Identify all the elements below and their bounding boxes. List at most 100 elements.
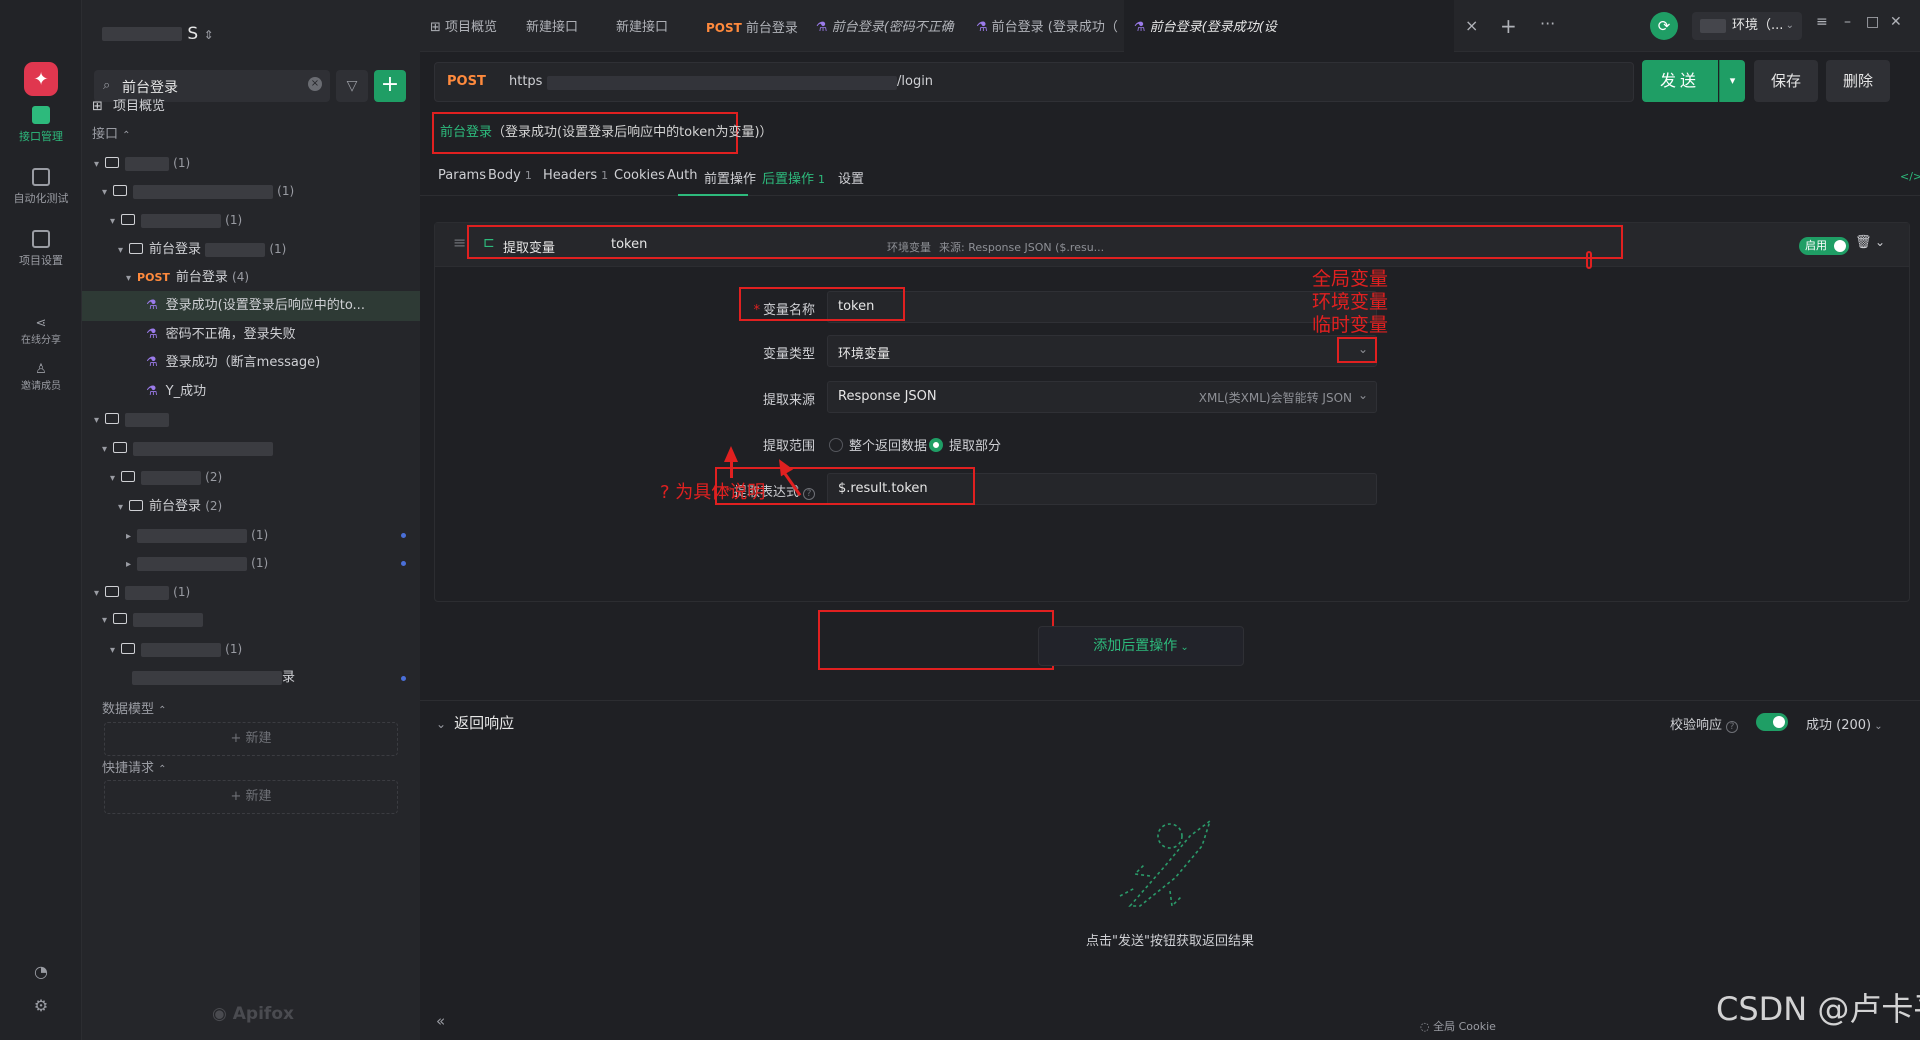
minimize-icon[interactable]: –	[1844, 14, 1851, 30]
test-case-icon: ⚗	[146, 355, 158, 370]
response-header[interactable]: ⌄ 返回响应	[436, 712, 514, 733]
drag-handle-icon[interactable]: ≡	[453, 233, 466, 252]
annotation-highlight	[739, 287, 905, 321]
menu-icon[interactable]: ≡	[1816, 14, 1828, 30]
main-panel: ⊞ 项目概览 新建接口 新建接口 POST 前台登录 ⚗ 前台登录(密码不正确 ⚗ 前…	[420, 0, 1920, 1040]
rail-item-invite[interactable]: ♙ 邀请成员	[0, 362, 82, 392]
tree-case-item[interactable]: ⚗ 登录成功（断言message)	[82, 348, 420, 378]
tree-item-overview[interactable]: ⊞ 项目概览	[82, 92, 420, 122]
project-switcher[interactable]: S ⇕	[102, 24, 214, 44]
range-whole-radio[interactable]: 整个返回数据	[829, 435, 927, 454]
tree-folder[interactable]: ▾ (1)	[82, 634, 420, 664]
invite-user-icon: ♙	[35, 362, 47, 377]
tree-folder[interactable]: ▾ (1)	[82, 577, 420, 607]
tree-api-item[interactable]: ▾ POST 前台登录 (4)	[82, 262, 420, 292]
trash-icon[interactable]: 🗑	[1855, 235, 1872, 250]
rail-item-share[interactable]: ⋖ 在线分享	[0, 316, 82, 346]
folder-icon	[121, 643, 136, 654]
range-partial-radio[interactable]: 提取部分	[929, 435, 1001, 454]
code-icon[interactable]: </>	[1900, 170, 1920, 183]
close-tab-icon[interactable]: ×	[1465, 16, 1478, 35]
bell-icon[interactable]: ◔	[0, 962, 82, 981]
url-bar[interactable]: POST https /login	[434, 62, 1634, 102]
tab-case-wrong-password[interactable]: ⚗ 前台登录(密码不正确	[806, 0, 966, 52]
tree-folder[interactable]: ▾ (1)	[82, 176, 420, 206]
settings-gear-icon[interactable]: ⚙	[0, 996, 82, 1015]
annotation-arrow	[730, 460, 733, 478]
tab-auth[interactable]: Auth	[667, 168, 697, 183]
tree-api-item[interactable]: ▸ (1)	[82, 548, 420, 578]
data-model-header[interactable]: 数据模型 ⌃	[102, 698, 167, 717]
more-tabs-icon[interactable]: ···	[1540, 14, 1555, 33]
rocket-illustration-icon	[1119, 818, 1212, 908]
chevron-down-icon[interactable]: ⌄	[1875, 235, 1885, 249]
var-type-select[interactable]: 环境变量 ⌄	[827, 335, 1377, 367]
divider	[420, 700, 1920, 701]
tree-api-item[interactable]: ▸ (1)	[82, 520, 420, 550]
rail-item-project-settings[interactable]: 项目设置	[0, 230, 82, 268]
api-section-header[interactable]: 接口 ⌃	[82, 120, 420, 150]
tab-api-login[interactable]: POST 前台登录	[696, 0, 806, 52]
tab-settings[interactable]: 设置	[838, 168, 864, 187]
rail-item-automation[interactable]: 自动化测试	[0, 168, 82, 206]
delete-button[interactable]: 删除	[1826, 60, 1890, 102]
tab-new-api[interactable]: 新建接口	[606, 0, 696, 52]
tree-folder[interactable]: ▾	[82, 605, 420, 635]
send-options-button[interactable]: ▾	[1719, 60, 1745, 102]
redacted-text	[141, 642, 222, 657]
verify-response-toggle[interactable]	[1756, 713, 1788, 731]
tree-folder[interactable]: ▾	[82, 434, 420, 464]
tab-pre-operations[interactable]: 前置操作	[704, 168, 756, 187]
sync-icon[interactable]: ⟳	[1650, 12, 1678, 40]
breadcrumb-api-link[interactable]: 前台登录	[440, 125, 492, 140]
tree-case-item[interactable]: ⚗ Y_成功	[82, 377, 420, 407]
new-tab-icon[interactable]: +	[1500, 14, 1517, 38]
cookie-link[interactable]: ◌ 全局 Cookie	[1420, 1018, 1496, 1034]
new-data-model-button[interactable]: + 新建	[104, 722, 398, 756]
clear-search-icon[interactable]: ×	[308, 77, 322, 91]
rail-item-api-management[interactable]: 接口管理	[0, 106, 82, 144]
tree-case-item[interactable]: ⚗ 密码不正确，登录失败	[82, 320, 420, 350]
tree-folder[interactable]: ▾ 前台登录 (2)	[82, 491, 420, 521]
tree-api-item[interactable]: 录	[82, 663, 420, 693]
maximize-icon[interactable]: □	[1866, 14, 1879, 30]
redacted-text	[141, 470, 202, 485]
tab-new-api[interactable]: 新建接口	[516, 0, 606, 52]
tree-folder[interactable]: ▾ (2)	[82, 462, 420, 492]
save-button[interactable]: 保存	[1754, 60, 1818, 102]
apifox-logo-icon[interactable]: ✦	[24, 62, 58, 96]
tab-cookies[interactable]: Cookies	[614, 168, 665, 183]
tree-folder[interactable]: ▾ (1)	[82, 148, 420, 178]
collapse-sidebar-icon[interactable]: «	[436, 1012, 445, 1030]
tab-overview[interactable]: ⊞ 项目概览	[420, 0, 516, 52]
project-settings-icon	[32, 230, 50, 248]
close-window-icon[interactable]: ✕	[1890, 14, 1902, 30]
chevron-down-icon: ⌄	[436, 717, 447, 731]
status-dot-icon	[401, 676, 406, 681]
test-case-icon: ⚗	[146, 298, 158, 313]
tab-body[interactable]: Body 1	[488, 168, 532, 183]
new-quick-request-button[interactable]: + 新建	[104, 780, 398, 814]
response-status-select[interactable]: 成功 (200) ⌄	[1806, 714, 1883, 733]
quick-request-header[interactable]: 快捷请求 ⌃	[102, 757, 167, 776]
redacted-text	[102, 27, 182, 41]
tree-folder[interactable]: ▾ (1)	[82, 205, 420, 235]
chevron-down-icon: ⌄	[1785, 20, 1794, 31]
tab-post-operations[interactable]: 后置操作 1	[762, 168, 825, 187]
tree-folder[interactable]: ▾	[82, 405, 420, 435]
add-post-operation-button[interactable]: 添加后置操作 ⌄	[1038, 626, 1244, 666]
tree-case-item[interactable]: ⚗ 登录成功(设置登录后响应中的to...	[82, 291, 420, 321]
verify-response-label: 校验响应?	[1670, 714, 1739, 733]
folder-icon	[129, 500, 144, 511]
var-name-input[interactable]: token	[827, 291, 1377, 323]
tab-params[interactable]: Params	[438, 168, 486, 183]
tab-headers[interactable]: Headers 1	[543, 168, 608, 183]
help-question-icon[interactable]: ?	[1726, 721, 1739, 733]
tab-case-login-success[interactable]: ⚗ 前台登录 (登录成功（	[966, 0, 1124, 52]
source-select[interactable]: Response JSON XML(类XML)会智能转 JSON ⌄	[827, 381, 1377, 413]
environment-select[interactable]: 环境（... ⌄	[1692, 12, 1802, 40]
tab-case-login-token[interactable]: ⚗ 前台登录(登录成功(设	[1124, 0, 1454, 52]
enable-toggle[interactable]: 启用	[1799, 237, 1849, 255]
send-button[interactable]: 发送	[1642, 60, 1718, 102]
tree-folder[interactable]: ▾ 前台登录 (1)	[82, 234, 420, 264]
